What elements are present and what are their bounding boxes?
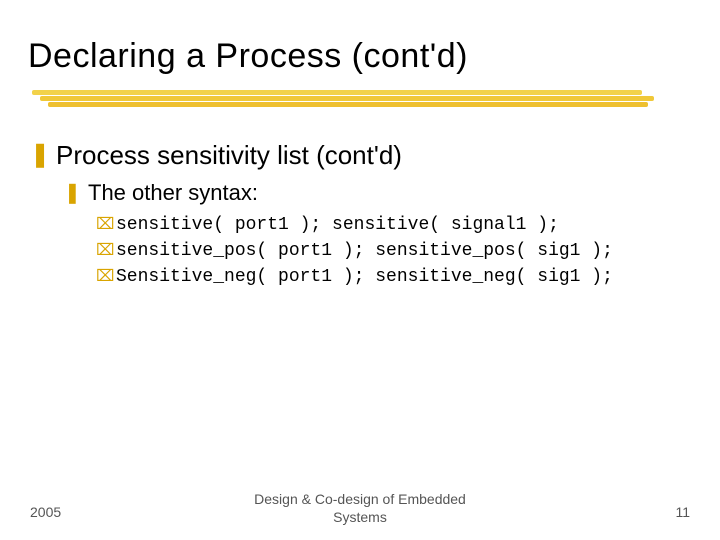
bullet-text: The other syntax: <box>88 180 258 206</box>
underline-bar <box>40 96 654 101</box>
bullet-icon: ⌧ <box>96 266 116 288</box>
bullet-text: Process sensitivity list (cont'd) <box>56 140 402 170</box>
bullet-icon: ❚ <box>30 140 56 170</box>
title-underline <box>28 90 668 112</box>
bullet-level-3: ⌧ sensitive_pos( port1 ); sensitive_pos(… <box>96 240 690 262</box>
underline-bar <box>32 90 642 95</box>
code-text: Sensitive_neg( port1 ); sensitive_neg( s… <box>116 266 613 288</box>
underline-bar <box>48 102 648 107</box>
slide-number: 11 <box>675 504 690 520</box>
slide-body: ❚ Process sensitivity list (cont'd) ❚ Th… <box>30 140 690 288</box>
bullet-icon: ⌧ <box>96 214 116 236</box>
slide-title: Declaring a Process (cont'd) <box>28 38 468 75</box>
bullet-level-1: ❚ Process sensitivity list (cont'd) <box>30 140 690 170</box>
code-text: sensitive( port1 ); sensitive( signal1 )… <box>116 214 559 236</box>
code-text: sensitive_pos( port1 ); sensitive_pos( s… <box>116 240 613 262</box>
footer-title: Design & Co-design of Embedded Systems <box>0 491 720 526</box>
bullet-level-2: ❚ The other syntax: <box>64 180 690 206</box>
slide: Declaring a Process (cont'd) ❚ Process s… <box>0 0 720 540</box>
footer-title-line-2: Systems <box>333 509 387 525</box>
bullet-icon: ❚ <box>64 180 88 206</box>
title-block: Declaring a Process (cont'd) <box>28 38 692 75</box>
bullet-level-3: ⌧ sensitive( port1 ); sensitive( signal1… <box>96 214 690 236</box>
footer-title-line-1: Design & Co-design of Embedded <box>254 491 466 507</box>
bullet-level-3: ⌧ Sensitive_neg( port1 ); sensitive_neg(… <box>96 266 690 288</box>
bullet-icon: ⌧ <box>96 240 116 262</box>
